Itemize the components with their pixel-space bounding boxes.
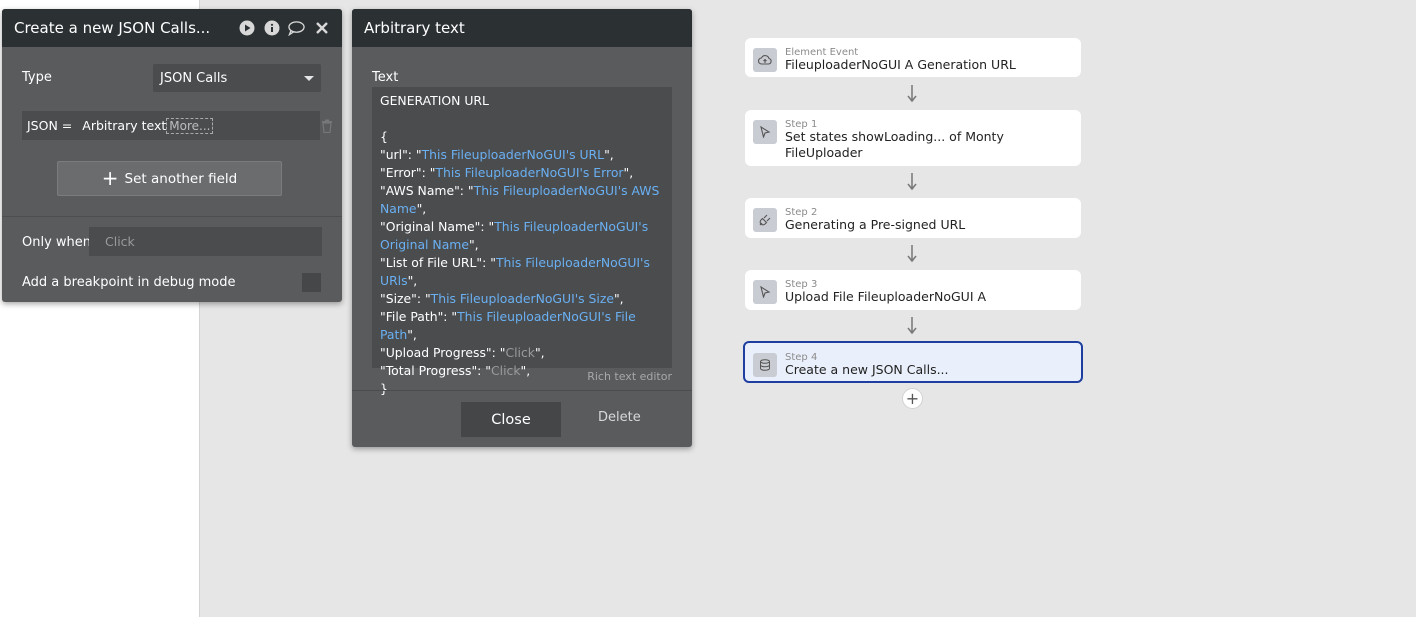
json-field-row[interactable]: JSON = Arbitrary text More...: [22, 111, 320, 140]
plus-icon: +: [101, 165, 119, 190]
rich-text-line: "List of File URL": "This FileuploaderNo…: [380, 254, 664, 290]
static-text: "url": ": [380, 147, 422, 162]
arbitrary-text-header[interactable]: Arbitrary text: [352, 9, 692, 47]
json-field-key: JSON =: [27, 118, 73, 133]
comment-icon[interactable]: [288, 20, 305, 37]
static-text: "Total Progress": ": [380, 363, 491, 378]
cursor-icon: [753, 120, 777, 144]
static-text: "AWS Name": ": [380, 183, 474, 198]
arbitrary-text-panel: Arbitrary text Text GENERATION URL { "url"…: [352, 9, 692, 447]
type-dropdown[interactable]: JSON Calls: [153, 64, 321, 92]
trash-icon[interactable]: [321, 119, 333, 134]
static-text: ",: [407, 327, 417, 342]
set-another-field-label: Set another field: [124, 170, 238, 187]
workflow-step-card[interactable]: Step 3 Upload File FileuploaderNoGUI A: [745, 270, 1081, 310]
breakpoint-label: Add a breakpoint in debug mode: [22, 275, 236, 290]
step-title: Create a new JSON Calls...: [785, 362, 949, 377]
more-link[interactable]: More...: [166, 117, 214, 134]
rich-text-line: "Error": "This FileuploaderNoGUI's Error…: [380, 164, 664, 182]
static-text: ",: [604, 147, 614, 162]
workflow-step-card[interactable]: Step 1 Set states showLoading... of Mont…: [745, 110, 1081, 166]
static-text: {: [380, 129, 388, 144]
static-text: "List of File URL": ": [380, 255, 496, 270]
add-step-button[interactable]: +: [902, 388, 923, 409]
rich-text-editor-link[interactable]: Rich text editor: [587, 370, 672, 383]
static-text: ",: [613, 291, 624, 306]
static-text: ",: [534, 345, 545, 360]
type-label: Type: [22, 70, 52, 85]
static-text: "Size": ": [380, 291, 431, 306]
set-another-field-button[interactable]: + Set another field: [57, 161, 282, 196]
rich-text-line: "Upload Progress": "Click",: [380, 344, 664, 362]
rich-text-line: {: [380, 128, 664, 146]
rich-text-line: GENERATION URL: [380, 92, 664, 110]
dynamic-expression[interactable]: This FileuploaderNoGUI's URL: [422, 147, 604, 162]
panel-divider: [352, 390, 692, 391]
rich-text-line: "File Path": "This FileuploaderNoGUI's F…: [380, 308, 664, 344]
static-text: "Upload Progress": ": [380, 345, 506, 360]
static-text: GENERATION URL: [380, 93, 489, 108]
rich-text-line: [380, 110, 664, 128]
cursor-icon: [753, 280, 777, 304]
text-label: Text: [372, 70, 399, 85]
rich-text-line: "AWS Name": "This FileuploaderNoGUI's AW…: [380, 182, 664, 218]
plug-icon: [753, 208, 777, 232]
action-panel-title: Create a new JSON Calls...: [14, 19, 211, 37]
chevron-down-icon: [304, 75, 314, 81]
static-text: "Original Name": ": [380, 219, 495, 234]
close-icon[interactable]: [313, 20, 330, 37]
action-panel-header[interactable]: Create a new JSON Calls...: [2, 9, 342, 47]
step-title: Generating a Pre-signed URL: [785, 217, 966, 232]
workflow-step-card-selected[interactable]: Step 4 Create a new JSON Calls...: [743, 341, 1083, 383]
rich-text-line: "url": "This FileuploaderNoGUI's URL",: [380, 146, 664, 164]
delete-button[interactable]: Delete: [598, 410, 641, 425]
rich-text-editor[interactable]: GENERATION URL{"url": "This Fileuploader…: [372, 87, 672, 396]
json-field-value[interactable]: Arbitrary text: [82, 118, 166, 133]
action-properties-panel: Create a new JSON Calls... Type JSON Cal…: [2, 9, 342, 302]
arrow-down-icon: [907, 85, 917, 103]
workflow-step-card[interactable]: Step 2 Generating a Pre-signed URL: [745, 198, 1081, 238]
static-text: ",: [468, 237, 479, 252]
close-button[interactable]: Close: [461, 402, 561, 437]
expression-placeholder[interactable]: Click: [491, 363, 521, 378]
static-text: ",: [407, 273, 418, 288]
workflow-event-card[interactable]: Element Event FileuploaderNoGUI A Genera…: [745, 38, 1081, 77]
info-icon[interactable]: [263, 20, 280, 37]
static-text: ",: [623, 165, 634, 180]
database-icon: [753, 353, 777, 377]
arbitrary-text-title: Arbitrary text: [364, 19, 465, 37]
play-icon[interactable]: [238, 20, 255, 37]
dynamic-expression[interactable]: This FileuploaderNoGUI's Error: [435, 165, 623, 180]
static-text: "File Path": ": [380, 309, 458, 324]
cloud-upload-icon: [753, 48, 777, 72]
only-when-input[interactable]: Click: [89, 227, 322, 256]
type-dropdown-value: JSON Calls: [160, 70, 228, 86]
arrow-down-icon: [907, 173, 917, 191]
only-when-label: Only when: [22, 235, 92, 250]
step-title: FileuploaderNoGUI A Generation URL: [785, 57, 1016, 72]
action-panel-icons: [238, 20, 330, 37]
expression-placeholder[interactable]: Click: [505, 345, 535, 360]
static-text: }: [380, 381, 388, 396]
arrow-down-icon: [907, 317, 917, 335]
static-text: "Error": ": [380, 165, 436, 180]
breakpoint-checkbox[interactable]: [302, 273, 321, 292]
dynamic-expression[interactable]: This FileuploaderNoGUI's Size: [431, 291, 614, 306]
panel-divider: [2, 216, 342, 217]
arrow-down-icon: [907, 245, 917, 263]
static-text: ",: [520, 363, 531, 378]
static-text: ",: [416, 201, 427, 216]
step-title: Upload File FileuploaderNoGUI A: [785, 289, 987, 304]
rich-text-line: "Original Name": "This FileuploaderNoGUI…: [380, 218, 664, 254]
step-title: Set states showLoading... of Monty FileU…: [785, 129, 1004, 160]
rich-text-line: "Size": "This FileuploaderNoGUI's Size",: [380, 290, 664, 308]
